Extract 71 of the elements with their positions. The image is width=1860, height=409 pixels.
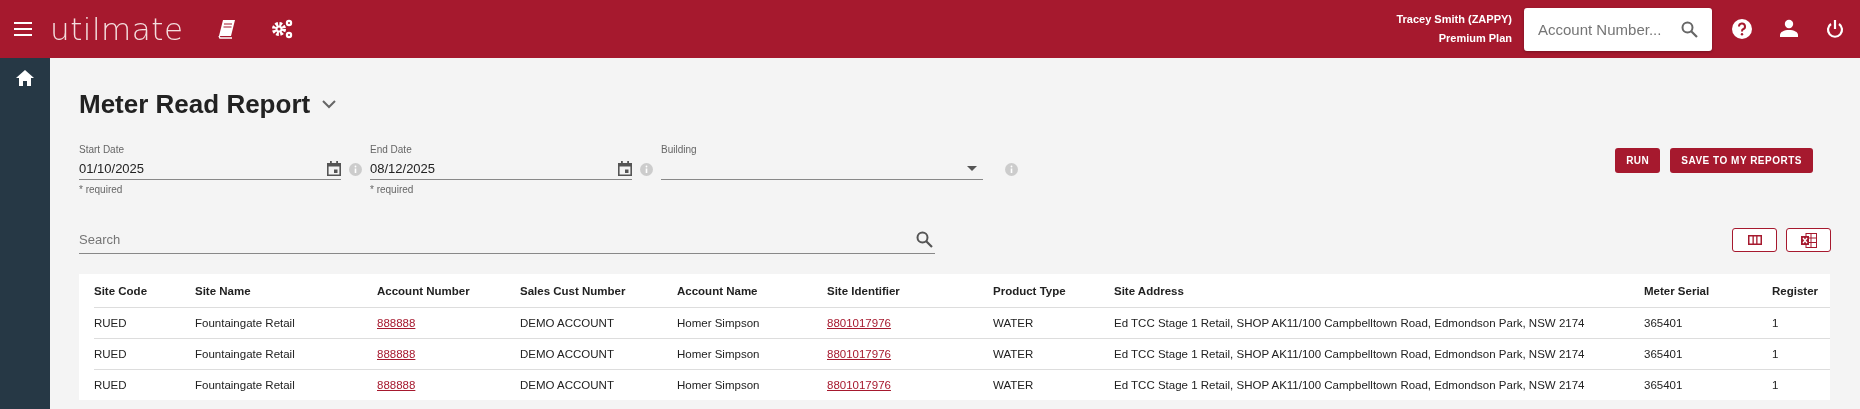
table-link[interactable]: 8801017976 [827, 348, 891, 360]
table-link[interactable]: 8801017976 [827, 379, 891, 391]
user-name: Tracey Smith (ZAPPY) [1396, 12, 1512, 27]
date-field[interactable]: 08/12/2025 [370, 158, 632, 180]
table-cell: WATER [993, 369, 1114, 400]
table-link[interactable]: 888888 [377, 379, 416, 391]
required-hint: * required [79, 184, 124, 195]
table-cell: Homer Simpson [677, 369, 827, 400]
table-cell: WATER [993, 307, 1114, 338]
field-label: End Date [370, 144, 413, 157]
table-cell: Fountaingate Retail [195, 369, 377, 400]
column-header[interactable]: Account Number [377, 274, 520, 307]
table-cell: Homer Simpson [677, 338, 827, 369]
columns-button[interactable] [1732, 228, 1777, 252]
calendar-icon[interactable] [618, 161, 632, 176]
table-cell: 1 [1772, 338, 1830, 369]
column-header[interactable]: Site Name [195, 274, 377, 307]
user-icon[interactable] [1780, 19, 1798, 37]
save-report-button[interactable]: SAVE TO MY REPORTS [1670, 148, 1813, 173]
table-cell: DEMO ACCOUNT [520, 369, 677, 400]
table-cell: Fountaingate Retail [195, 338, 377, 369]
table-cell: Ed TCC Stage 1 Retail, SHOP AK11/100 Campbelltown Road, Edmondson Park, NSW 2174 [1114, 338, 1644, 369]
table-cell: Ed TCC Stage 1 Retail, SHOP AK11/100 Campbelltown Road, Edmondson Park, NSW 2174 [1114, 307, 1644, 338]
column-header[interactable]: Site Identifier [827, 274, 993, 307]
column-header[interactable]: Account Name [677, 274, 827, 307]
column-header[interactable]: Site Address [1114, 274, 1644, 307]
spreadsheet-icon [1800, 232, 1817, 248]
account-search-field[interactable]: Account Number... [1524, 7, 1712, 51]
excel-export-button[interactable] [1786, 228, 1831, 252]
columns-icon [1747, 235, 1762, 245]
table-cell: 365401 [1644, 338, 1772, 369]
field-label: Building [661, 144, 698, 157]
book-icon[interactable] [217, 19, 238, 39]
table-link[interactable]: 888888 [377, 317, 416, 329]
power-icon[interactable] [1826, 19, 1844, 39]
column-header[interactable]: Sales Cust Number [520, 274, 677, 307]
page-title: Meter Read Report [79, 88, 311, 120]
chevron-down-icon[interactable] [322, 99, 337, 109]
required-hint: * required [370, 184, 415, 195]
table-cell: DEMO ACCOUNT [520, 338, 677, 369]
table-cell: RUED [94, 369, 195, 400]
table-cell: RUED [94, 307, 195, 338]
help-icon[interactable] [1732, 19, 1752, 39]
table-cell: 365401 [1644, 307, 1772, 338]
run-button[interactable]: RUN [1615, 148, 1661, 173]
column-header[interactable]: Site Code [94, 274, 195, 307]
date-field[interactable]: 01/10/2025 [79, 158, 341, 180]
field-label: Start Date [79, 144, 126, 157]
table-cell: 1 [1772, 369, 1830, 400]
table-cell: WATER [993, 338, 1114, 369]
table-link[interactable]: 8801017976 [827, 317, 891, 329]
logo[interactable]: utilmate [50, 11, 184, 47]
table-link[interactable]: 888888 [377, 348, 416, 360]
plan-name: Premium Plan [1438, 31, 1512, 46]
column-header[interactable]: Register [1772, 274, 1830, 307]
column-header[interactable]: Meter Serial [1644, 274, 1772, 307]
home-icon[interactable] [16, 70, 34, 86]
search-icon[interactable] [916, 231, 933, 248]
search-field[interactable]: Search [79, 226, 935, 254]
calendar-icon[interactable] [327, 161, 341, 176]
table-cell: Homer Simpson [677, 307, 827, 338]
table-cell: DEMO ACCOUNT [520, 307, 677, 338]
dropdown-caret-icon[interactable] [967, 166, 977, 171]
menu-icon[interactable] [14, 22, 32, 36]
table-cell: Fountaingate Retail [195, 307, 377, 338]
table-cell: 365401 [1644, 369, 1772, 400]
column-header[interactable]: Product Type [993, 274, 1114, 307]
table-cell: Ed TCC Stage 1 Retail, SHOP AK11/100 Campbelltown Road, Edmondson Park, NSW 2174 [1114, 369, 1644, 400]
table-cell: RUED [94, 338, 195, 369]
table-cell: 1 [1772, 307, 1830, 338]
search-icon[interactable] [1681, 20, 1698, 38]
